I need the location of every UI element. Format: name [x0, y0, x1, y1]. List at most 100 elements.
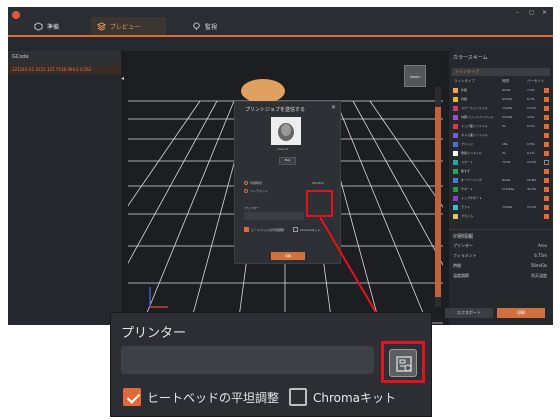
color-swatch — [453, 124, 458, 129]
legend-visibility-checkbox[interactable] — [544, 205, 549, 210]
gcode-panel: GCode 121140 G1 X151.121 Y148.999 E 0.36… — [8, 51, 121, 325]
legend-visibility-checkbox[interactable] — [544, 133, 549, 138]
gcode-line[interactable]: 121140 G1 X151.121 Y148.999 E 0.362 — [8, 65, 121, 74]
color-swatch — [453, 196, 458, 201]
dialog-close-icon[interactable]: ✕ — [331, 104, 336, 111]
model-preview — [241, 79, 285, 103]
legend-visibility-checkbox[interactable] — [544, 178, 549, 183]
chroma-label-small: Chromaキット — [300, 227, 321, 232]
bed-level-option-small[interactable]: ヒートベッドの平坦調整 — [244, 227, 284, 232]
highlight-box — [306, 190, 333, 217]
legend-visibility-checkbox[interactable] — [544, 115, 549, 120]
legend-visibility-checkbox[interactable] — [544, 124, 549, 129]
bed-level-option[interactable]: ヒートベッドの平坦調整 — [123, 388, 279, 406]
zoomed-printer-section: プリンター ヒートベッドの平坦調整 Chromaキット — [110, 312, 432, 417]
legend-percent: 0.1% — [527, 124, 535, 128]
print-time-value: 56m43s — [311, 181, 324, 185]
collapse-left-icon[interactable]: ◂ — [121, 75, 128, 85]
legend-name: サポート — [461, 187, 474, 191]
tab-monitor[interactable]: 監視 — [186, 17, 246, 35]
legend-visibility-checkbox[interactable] — [544, 97, 549, 102]
chroma-option[interactable]: Chromaキット — [289, 388, 396, 406]
color-swatch — [453, 133, 458, 138]
export-button[interactable]: エクスポート — [445, 308, 493, 318]
close-icon[interactable]: ✕ — [542, 9, 547, 16]
legend-name: 内壁 — [461, 97, 468, 101]
print-info-row: フィラメント 6.75m — [453, 253, 549, 259]
color-scheme-select[interactable]: ラインタイプ — [452, 68, 550, 76]
layer-slider[interactable] — [435, 87, 441, 307]
tab-preview[interactable]: プレビュー — [91, 17, 166, 35]
legend-row: 隙間インフィル 3s 0.1% — [452, 150, 550, 158]
legend-row: ブリッジ 18s 0.5% — [452, 141, 550, 149]
chroma-option-small[interactable]: Chromaキット — [293, 227, 321, 232]
print-info-label: フィラメント — [453, 253, 477, 258]
legend-row: トップ面インフィル 3s 0.1% — [452, 123, 550, 131]
legend-row: 外壁 4m4s 7.2% — [452, 87, 550, 95]
chroma-label: Chromaキット — [313, 390, 397, 405]
legend-name: 内部ソリッドインフィル — [461, 115, 494, 119]
legend-visibility-checkbox[interactable] — [544, 196, 549, 201]
printer-settings-icon — [396, 356, 412, 372]
chroma-checkbox-small[interactable] — [293, 227, 298, 232]
sub-toolbar — [8, 37, 553, 51]
legend-name: プライム — [461, 214, 473, 218]
legend-visibility-checkbox[interactable] — [544, 169, 549, 174]
printer-select[interactable] — [121, 346, 374, 374]
legend-visibility-checkbox[interactable] — [544, 187, 549, 192]
legend-row: プライム — [452, 213, 550, 221]
legend-name: 隙間インフィル — [461, 151, 482, 155]
layer-slider-thumb[interactable] — [435, 107, 441, 297]
color-scheme-panel: カラースキーム ラインタイプ ラインタイプ 時間 パーセント 外壁 4m4s 7.2… — [449, 51, 553, 325]
col-time: 時間 — [502, 79, 509, 83]
legend-row: スカート 7m3s 12.4% — [452, 159, 550, 167]
legend-time: 4m4s — [502, 88, 511, 92]
minimize-icon[interactable]: – — [516, 9, 519, 16]
legend-visibility-checkbox[interactable] — [544, 151, 549, 156]
gcode-panel-title: GCode — [8, 51, 121, 65]
chroma-checkbox[interactable] — [289, 388, 307, 406]
color-swatch — [453, 97, 458, 102]
legend-visibility-checkbox[interactable] — [544, 142, 549, 147]
view-cube[interactable]: FRONT — [404, 65, 426, 87]
legend-visibility-checkbox[interactable] — [544, 106, 549, 111]
color-swatch — [453, 142, 458, 147]
tab-prepare[interactable]: 準備 — [28, 17, 88, 35]
legend-name: トップサポート — [461, 196, 483, 200]
legend-visibility-checkbox[interactable] — [544, 214, 549, 219]
legend-visibility-checkbox[interactable] — [544, 160, 549, 165]
legend-name: ブリッジ — [461, 142, 474, 146]
legend-time: 7m32s — [502, 205, 513, 209]
legend-name: 外壁 — [461, 88, 468, 92]
color-swatch — [453, 169, 458, 174]
print-button[interactable]: 印刷 — [497, 308, 545, 318]
legend-row: トップサポート — [452, 195, 550, 203]
send-print-button[interactable]: 印刷 — [271, 252, 305, 260]
bed-level-checkbox[interactable] — [123, 388, 141, 406]
filament-label: フィラメント — [250, 189, 268, 193]
legend-name: ボトム面インフィル — [461, 133, 488, 137]
printer-select-small[interactable] — [244, 212, 304, 220]
send-print-dialog: プリントジョブを送信する ✕ mascot PLA 印刷時間 56m43s フィ… — [234, 101, 341, 264]
model-thumbnail — [271, 117, 301, 145]
print-info-row: 時間 56m43s — [453, 263, 549, 269]
color-swatch — [453, 106, 458, 111]
print-info-label: 温度調節 — [453, 273, 469, 278]
model-caption: mascot — [277, 147, 288, 151]
maximize-icon[interactable]: ◻ — [529, 9, 534, 16]
print-info-value: 56m43s — [530, 263, 547, 268]
print-time-label: 印刷時間 — [250, 181, 263, 185]
filament-plate: PLA — [279, 157, 296, 165]
print-info-row: 温度調節 尚天温度 — [453, 273, 549, 279]
color-swatch — [453, 178, 458, 183]
printer-settings-button[interactable] — [389, 349, 417, 377]
bed-level-checkbox-small[interactable] — [244, 227, 249, 232]
legend-time: 3m47s — [502, 97, 513, 101]
location-pin-icon — [193, 21, 200, 30]
legend-name: ラフト — [461, 205, 471, 209]
color-swatch — [453, 214, 458, 219]
legend-visibility-checkbox[interactable] — [544, 88, 549, 93]
printer-settings-highlight — [381, 341, 425, 383]
color-swatch — [453, 160, 458, 165]
dialog-title: プリントジョブを送信する — [245, 107, 306, 113]
